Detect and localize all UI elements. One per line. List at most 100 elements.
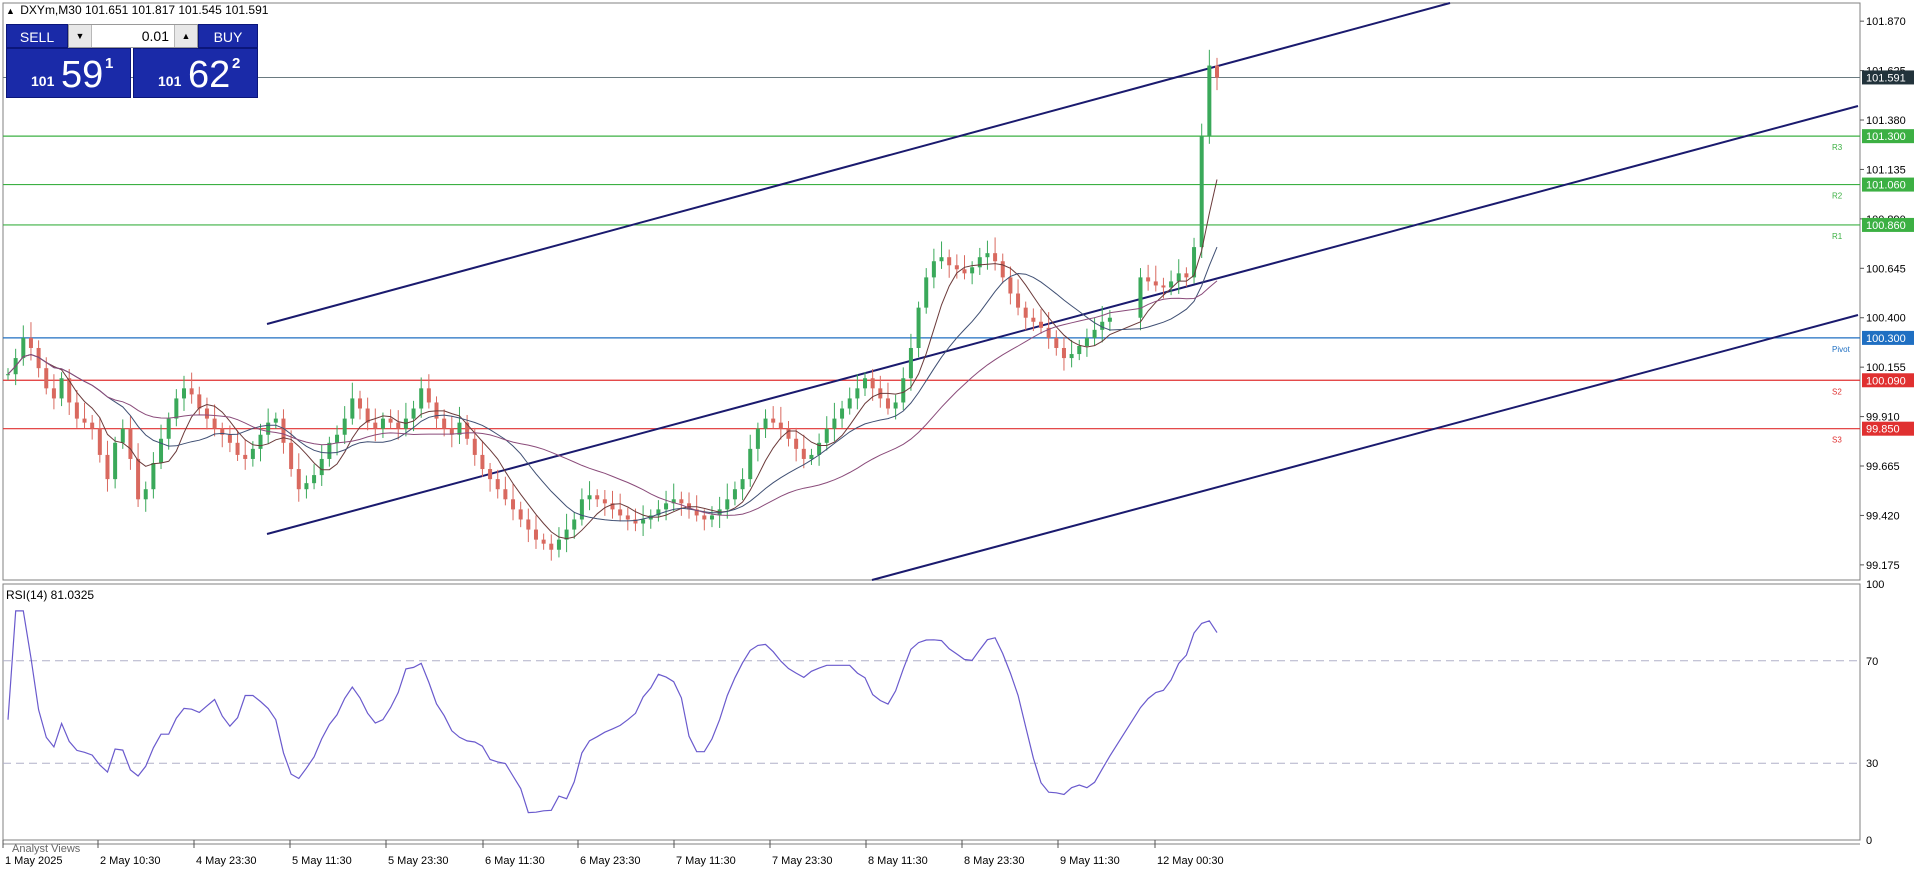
moving-average-slow	[7, 280, 1218, 516]
candle-body	[327, 442, 332, 459]
x-tick-label: 8 May 11:30	[868, 855, 928, 867]
level-price-label: 100.860	[1866, 220, 1906, 232]
x-tick-label: 6 May 23:30	[580, 855, 641, 867]
candle-body	[380, 418, 385, 429]
candle-body	[1199, 136, 1204, 248]
buy-price-button[interactable]: 101 62 2	[133, 48, 258, 98]
candle-body	[1146, 277, 1151, 282]
rsi-axis-label: 30	[1866, 758, 1878, 770]
candle-body	[128, 428, 133, 459]
candle-body	[212, 418, 217, 429]
candle-body	[511, 499, 516, 510]
x-tick-label: 4 May 23:30	[196, 855, 257, 867]
x-tick-label: 5 May 11:30	[292, 855, 352, 867]
sell-price-pips: 59	[61, 54, 104, 96]
sell-price-button[interactable]: 101 59 1	[6, 48, 131, 98]
candle-body	[503, 489, 508, 500]
candle-body	[748, 448, 753, 480]
rsi-line	[7, 610, 1218, 814]
candle-body	[977, 257, 982, 268]
candle-body	[227, 434, 232, 443]
candle-body	[312, 475, 317, 484]
analyst-views-label[interactable]: Analyst Views	[12, 843, 80, 855]
symbol-header: ▲ DXYm,M30 101.651 101.817 101.545 101.5…	[6, 3, 268, 17]
candle-body	[1016, 293, 1021, 308]
candle-body	[1176, 273, 1181, 282]
x-tick-label: 9 May 11:30	[1060, 855, 1120, 867]
candle-body	[357, 398, 362, 409]
x-tick-label: 7 May 23:30	[772, 855, 833, 867]
candle-body	[1069, 354, 1074, 359]
candle-body	[143, 489, 148, 500]
candle-body	[74, 402, 79, 419]
lot-value[interactable]: 0.01	[91, 25, 175, 47]
lot-size-field[interactable]: ▼ 0.01 ▲	[68, 24, 198, 48]
candle-body	[679, 499, 684, 504]
candle-body	[97, 428, 102, 455]
candle-body	[824, 428, 829, 443]
candle-body	[931, 261, 936, 278]
lot-decrease-icon[interactable]: ▼	[69, 25, 92, 47]
candle-body	[863, 378, 868, 389]
collapse-triangle-icon[interactable]: ▲	[6, 6, 15, 16]
level-name: Pivot	[1832, 345, 1851, 354]
candle-body	[893, 402, 898, 409]
level-price-label: 100.300	[1866, 333, 1906, 345]
chart-canvas[interactable]: 101.870101.625101.380101.135100.890100.6…	[0, 0, 1916, 874]
candle-body	[1031, 317, 1036, 322]
candle-body	[1161, 285, 1166, 288]
candle-body	[786, 428, 791, 439]
candle-body	[595, 495, 600, 500]
candle-body	[1207, 65, 1212, 137]
sell-button[interactable]: SELL	[6, 24, 68, 48]
y-tick-label: 100.155	[1866, 362, 1906, 374]
candle-body	[426, 388, 431, 403]
candle-body	[136, 458, 141, 500]
sell-price-fraction: 1	[105, 55, 114, 72]
candle-body	[1192, 247, 1197, 278]
y-tick-label: 99.420	[1866, 510, 1900, 522]
candle-body	[740, 479, 745, 490]
candle-body	[579, 499, 584, 520]
candle-body	[197, 394, 202, 409]
x-tick-label: 12 May 00:30	[1157, 855, 1224, 867]
candle-body	[1077, 345, 1082, 355]
candle-body	[533, 529, 538, 540]
candle-body	[1000, 261, 1005, 278]
lot-increase-icon[interactable]: ▲	[174, 25, 197, 47]
buy-button[interactable]: BUY	[198, 24, 258, 48]
main-panel-frame	[2, 2, 1861, 581]
candle-body	[266, 422, 271, 435]
y-tick-label: 100.645	[1866, 263, 1906, 275]
channel-lower-line	[871, 314, 1859, 581]
candle-body	[105, 454, 110, 480]
candle-body	[732, 489, 737, 500]
candle-body	[273, 418, 278, 423]
candle-body	[373, 422, 378, 429]
level-price-label: 101.300	[1866, 131, 1906, 143]
candle-body	[388, 418, 393, 423]
candle-body	[258, 434, 263, 449]
candle-body	[602, 499, 607, 504]
channel-middle-line	[266, 105, 1859, 535]
candle-body	[1107, 317, 1112, 322]
y-tick-label: 101.870	[1866, 16, 1906, 28]
candle-body	[296, 469, 301, 490]
candle-body	[1215, 65, 1219, 78]
candle-body	[924, 277, 929, 308]
candle-body	[702, 515, 707, 520]
level-name: S2	[1832, 387, 1842, 396]
candle-body	[901, 378, 906, 403]
candle-body	[21, 337, 26, 359]
candle-body	[1054, 337, 1059, 348]
level-name: R2	[1832, 192, 1843, 201]
candle-body	[870, 378, 875, 389]
current-price-label: 101.591	[1866, 72, 1906, 84]
candle-body	[939, 257, 944, 262]
candle-body	[993, 253, 998, 262]
candle-body	[6, 374, 10, 376]
y-tick-label: 99.665	[1866, 461, 1900, 473]
candle-body	[794, 438, 799, 449]
candle-body	[709, 515, 714, 520]
candle-body	[526, 519, 531, 530]
